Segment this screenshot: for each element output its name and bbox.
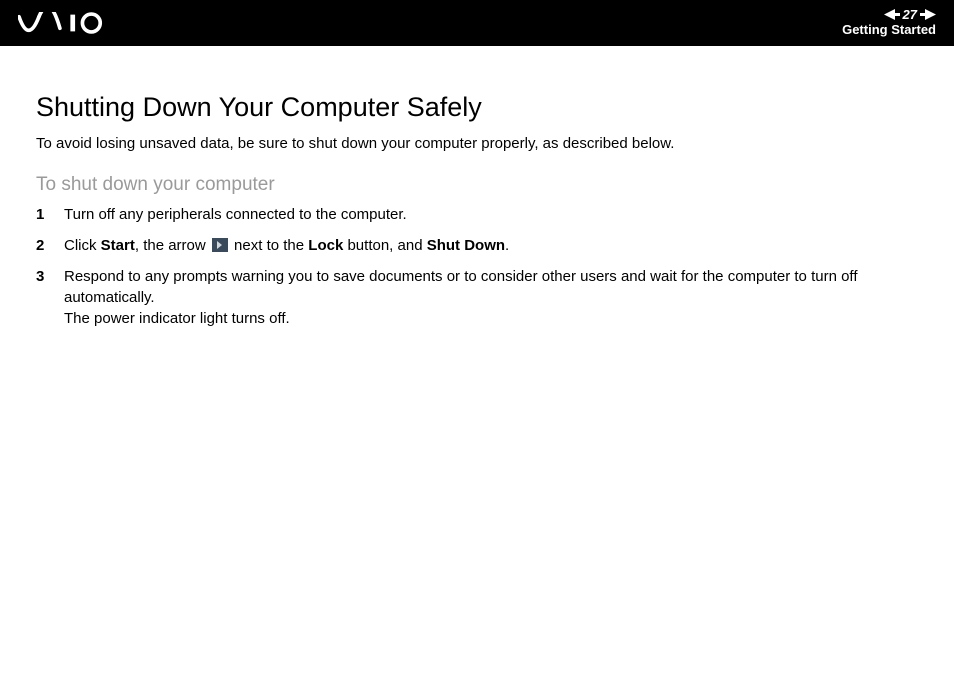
prev-page-arrow-icon[interactable] [884, 9, 900, 20]
next-page-arrow-icon[interactable] [920, 9, 936, 20]
arrow-button-icon [212, 238, 228, 252]
page-number: 27 [903, 8, 917, 21]
step-item: Respond to any prompts warning you to sa… [36, 266, 936, 329]
intro-text: To avoid losing unsaved data, be sure to… [36, 135, 936, 152]
procedure-heading: To shut down your computer [36, 174, 936, 196]
step-text: Turn off any peripherals connected to th… [64, 204, 936, 225]
header-bar: 27 Getting Started [0, 0, 954, 46]
steps-list: Turn off any peripherals connected to th… [36, 204, 936, 329]
step-text: Respond to any prompts warning you to sa… [64, 266, 936, 329]
section-label: Getting Started [842, 23, 936, 37]
step-item: Click Start, the arrow next to the Lock … [36, 235, 936, 256]
step-text: Click Start, the arrow next to the Lock … [64, 235, 936, 256]
step-item: Turn off any peripherals connected to th… [36, 204, 936, 225]
vaio-logo [18, 12, 128, 34]
page-content: Shutting Down Your Computer Safely To av… [0, 46, 954, 329]
header-nav: 27 Getting Started [842, 0, 936, 46]
page-title: Shutting Down Your Computer Safely [36, 92, 936, 123]
